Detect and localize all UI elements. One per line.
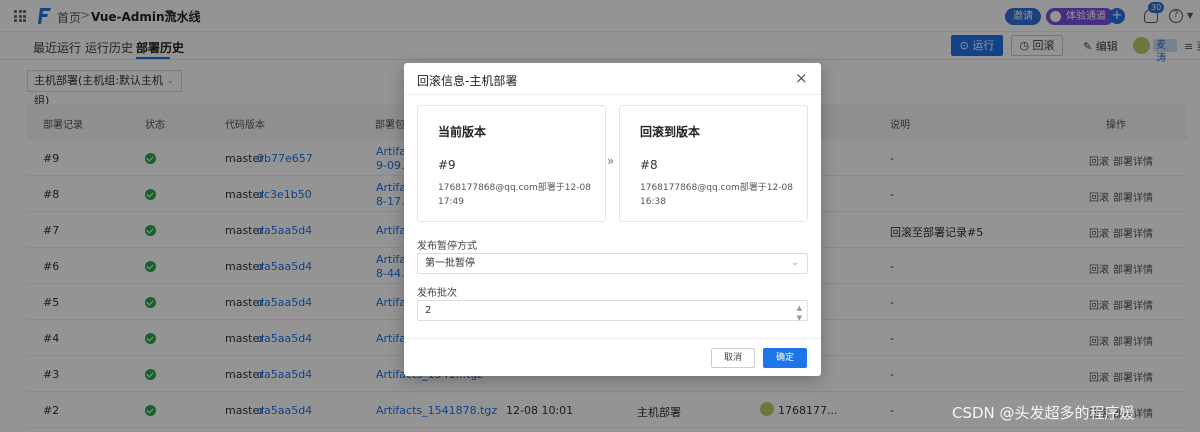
pause-mode-select[interactable]: 第一批暂停 ⌄ bbox=[417, 253, 808, 274]
pause-mode-label: 发布暂停方式 bbox=[417, 241, 477, 252]
batch-number-input[interactable]: 2 ▲ ▼ bbox=[417, 300, 808, 322]
decrement-icon[interactable]: ▼ bbox=[797, 309, 802, 328]
close-icon[interactable]: × bbox=[795, 69, 808, 87]
app-root: 首页 > Vue-Admin流水线 ▼ ☆ 邀请 体验通道 + 30 ? ▼ 最… bbox=[0, 0, 1200, 432]
target-version-number: #8 bbox=[640, 158, 658, 172]
pause-mode-value: 第一批暂停 bbox=[425, 258, 475, 269]
dialog-title: 回滚信息-主机部署 bbox=[417, 74, 518, 88]
target-version-card: 回滚到版本 #8 1768177868@qq.com部署于12-08 16:38 bbox=[619, 105, 808, 222]
confirm-button[interactable]: 确定 bbox=[763, 348, 807, 368]
dialog-header: 回滚信息-主机部署 × bbox=[404, 63, 821, 95]
current-version-number: #9 bbox=[438, 158, 456, 172]
target-version-desc: 1768177868@qq.com部署于12-08 16:38 bbox=[640, 183, 793, 207]
current-version-card: 当前版本 #9 1768177868@qq.com部署于12-08 17:49 bbox=[417, 105, 606, 222]
arrow-right-icon: » bbox=[607, 154, 615, 168]
watermark: CSDN @头发超多的程序媛 bbox=[952, 404, 1135, 422]
rollback-dialog: 回滚信息-主机部署 × 当前版本 #9 1768177868@qq.com部署于… bbox=[404, 63, 821, 376]
chevron-down-icon: ⌄ bbox=[791, 258, 799, 268]
cancel-button[interactable]: 取消 bbox=[711, 348, 755, 368]
current-version-desc: 1768177868@qq.com部署于12-08 17:49 bbox=[438, 183, 591, 207]
target-version-heading: 回滚到版本 bbox=[640, 125, 701, 139]
batch-value: 2 bbox=[425, 305, 432, 316]
current-version-heading: 当前版本 bbox=[438, 125, 487, 139]
dialog-footer: 取消 确定 bbox=[404, 338, 821, 376]
batch-label: 发布批次 bbox=[417, 288, 457, 299]
